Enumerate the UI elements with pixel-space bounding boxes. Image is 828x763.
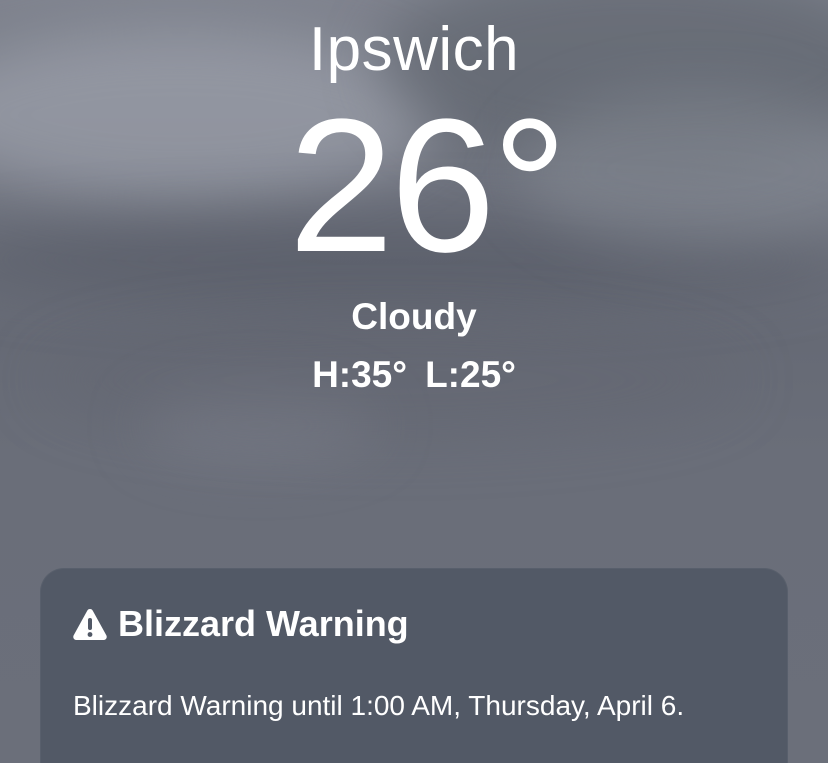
low-temperature: L:25° bbox=[425, 354, 516, 395]
severe-weather-alert-card[interactable]: Blizzard Warning Blizzard Warning until … bbox=[40, 568, 788, 763]
current-temperature: 26° bbox=[288, 80, 567, 292]
alert-title: Blizzard Warning bbox=[118, 603, 409, 644]
city-name: Ipswich bbox=[308, 15, 520, 84]
alert-header: Blizzard Warning bbox=[72, 602, 409, 646]
weather-condition: Cloudy bbox=[351, 296, 477, 337]
high-temperature: H:35° bbox=[312, 354, 408, 395]
alert-description: Blizzard Warning until 1:00 AM, Thursday… bbox=[73, 690, 685, 721]
high-low-temperatures: H:35° L:25° bbox=[0, 352, 828, 398]
warning-triangle-icon bbox=[73, 609, 107, 640]
